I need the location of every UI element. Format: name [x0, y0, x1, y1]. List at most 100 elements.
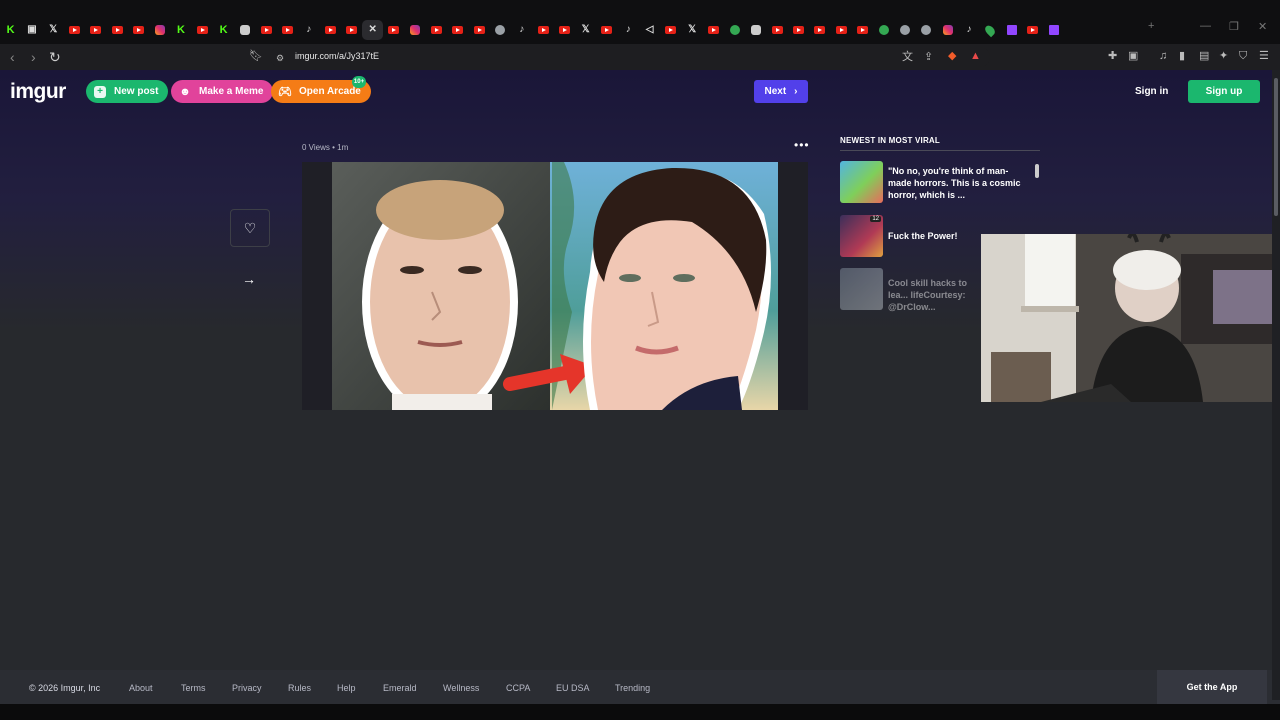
browser-tab[interactable]: [1044, 20, 1065, 40]
wallet-icon[interactable]: ▤: [1199, 49, 1209, 63]
footer-link-eu-dsa[interactable]: EU DSA: [556, 683, 590, 693]
browser-tab[interactable]: [319, 20, 340, 40]
browser-tab[interactable]: [724, 20, 745, 40]
browser-tab[interactable]: ♪: [298, 20, 319, 40]
yt-icon: [473, 26, 485, 34]
browser-tab[interactable]: [745, 20, 766, 40]
extensions-icon[interactable]: ✚: [1108, 49, 1117, 63]
browser-tab[interactable]: [234, 20, 255, 40]
browser-tab[interactable]: ◁: [639, 20, 660, 40]
brave-shield-icon[interactable]: ◆: [948, 49, 956, 63]
viral-post-item[interactable]: "No no, you're think of man-made horrors…: [840, 161, 1040, 203]
url-bar[interactable]: ⚙ imgur.com/a/Jy317tE 文 ⇪ ◆ ▲: [270, 47, 990, 67]
browser-tab[interactable]: [256, 20, 277, 40]
page-scrollbar[interactable]: [1272, 70, 1280, 700]
browser-tab[interactable]: [106, 20, 127, 40]
minimize-icon[interactable]: —: [1200, 20, 1211, 32]
page-scrollbar-thumb[interactable]: [1274, 78, 1278, 216]
browser-tab[interactable]: [128, 20, 149, 40]
browser-tab[interactable]: ▣: [21, 20, 42, 40]
browser-tab[interactable]: [532, 20, 553, 40]
browser-tab[interactable]: [1022, 20, 1043, 40]
imgur-logo[interactable]: imgur: [10, 80, 66, 104]
browser-tab[interactable]: [1001, 20, 1022, 40]
music-icon[interactable]: ♫: [1159, 49, 1167, 63]
browser-tab[interactable]: [277, 20, 298, 40]
menu-icon[interactable]: ☰: [1259, 49, 1269, 63]
browser-tab[interactable]: K: [170, 20, 191, 40]
rewards-icon[interactable]: ▲: [970, 49, 981, 63]
yt-icon: [452, 26, 464, 34]
footer-link-about[interactable]: About: [129, 683, 153, 693]
browser-tab[interactable]: ♪: [511, 20, 532, 40]
footer-link-trending[interactable]: Trending: [615, 683, 650, 693]
footer-link-rules[interactable]: Rules: [288, 683, 311, 693]
like-button[interactable]: ♡: [230, 209, 270, 247]
browser-tab[interactable]: [85, 20, 106, 40]
next-button[interactable]: Next ›: [754, 80, 808, 103]
browser-tab[interactable]: [873, 20, 894, 40]
browser-tab[interactable]: [426, 20, 447, 40]
footer-link-ccpa[interactable]: CCPA: [506, 683, 530, 693]
browser-tab[interactable]: 𝕏: [575, 20, 596, 40]
tab-search-icon[interactable]: ▣: [1128, 49, 1138, 63]
browser-tab[interactable]: [596, 20, 617, 40]
browser-tab[interactable]: K: [213, 20, 234, 40]
vpn-icon[interactable]: ⛉: [1239, 49, 1247, 63]
browser-tab[interactable]: [192, 20, 213, 40]
browser-tab[interactable]: [703, 20, 724, 40]
browser-tab[interactable]: [916, 20, 937, 40]
browser-tab[interactable]: [490, 20, 511, 40]
sidebar-scroll-thumb[interactable]: [1035, 164, 1039, 178]
new-tab-button[interactable]: +: [1148, 20, 1154, 32]
browser-tab[interactable]: [788, 20, 809, 40]
browser-tab[interactable]: [852, 20, 873, 40]
browser-tab[interactable]: ♪: [958, 20, 979, 40]
post-thumbnail: [840, 268, 883, 310]
browser-tab[interactable]: [809, 20, 830, 40]
share-page-icon[interactable]: ⇪: [924, 50, 933, 64]
site-info-icon[interactable]: ⚙: [276, 51, 284, 65]
close-window-icon[interactable]: ✕: [1258, 20, 1267, 33]
browser-tab[interactable]: [341, 20, 362, 40]
forward-button[interactable]: ›: [31, 48, 36, 66]
browser-tab[interactable]: [554, 20, 575, 40]
bookmark-icon[interactable]: 🔖︎: [249, 49, 263, 63]
translate-icon[interactable]: 文: [902, 50, 913, 64]
browser-tab[interactable]: ♪: [618, 20, 639, 40]
more-options-icon[interactable]: •••: [794, 138, 810, 152]
browser-tab[interactable]: ✕: [362, 20, 384, 40]
browser-tab[interactable]: [831, 20, 852, 40]
reload-button[interactable]: ↻: [49, 48, 61, 66]
browser-tab[interactable]: K: [0, 20, 21, 40]
browser-tab[interactable]: 𝕏: [682, 20, 703, 40]
footer-link-emerald[interactable]: Emerald: [383, 683, 417, 693]
browser-tab[interactable]: [980, 20, 1001, 40]
share-arrow-icon[interactable]: →: [242, 271, 256, 287]
footer-link-privacy[interactable]: Privacy: [232, 683, 262, 693]
post-image[interactable]: [332, 162, 778, 410]
new-post-button[interactable]: + New post: [86, 80, 169, 103]
footer-link-wellness[interactable]: Wellness: [443, 683, 479, 693]
browser-tab[interactable]: [660, 20, 681, 40]
browser-tab[interactable]: [447, 20, 468, 40]
browser-tab[interactable]: [937, 20, 958, 40]
get-the-app-button[interactable]: Get the App: [1157, 670, 1267, 704]
browser-tab[interactable]: [383, 20, 404, 40]
sidebar-toggle-icon[interactable]: ▮: [1179, 49, 1185, 63]
browser-tab[interactable]: [405, 20, 426, 40]
sign-in-link[interactable]: Sign in: [1135, 86, 1168, 97]
sign-up-button[interactable]: Sign up: [1188, 80, 1260, 103]
browser-tab[interactable]: [469, 20, 490, 40]
browser-tab[interactable]: [767, 20, 788, 40]
footer-link-help[interactable]: Help: [337, 683, 356, 693]
footer-link-terms[interactable]: Terms: [181, 683, 206, 693]
restore-icon[interactable]: ❐: [1229, 20, 1239, 33]
browser-tab[interactable]: [894, 20, 915, 40]
browser-tab[interactable]: [64, 20, 85, 40]
ai-assistant-icon[interactable]: ✦: [1219, 49, 1228, 63]
browser-tab[interactable]: 𝕏: [43, 20, 64, 40]
browser-tab[interactable]: [149, 20, 170, 40]
back-button[interactable]: ‹: [10, 48, 15, 66]
make-meme-button[interactable]: ☻ Make a Meme: [171, 80, 274, 103]
